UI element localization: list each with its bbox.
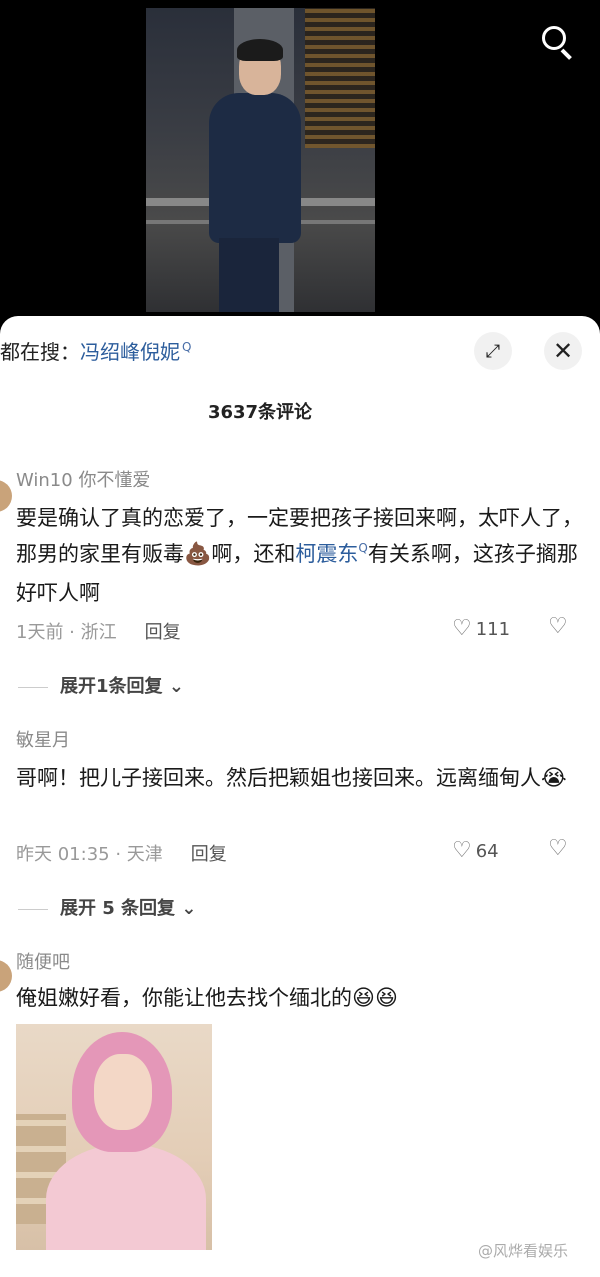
comment-username[interactable]: 随便吧 (16, 948, 70, 974)
poop-emoji-icon: 💩 (184, 542, 212, 567)
comment-meta: 1天前 · 浙江 回复 (16, 618, 181, 644)
comment-text: 哥啊！把儿子接回来。然后把颖姐也接回来。远离缅甸人😭 (16, 760, 586, 797)
comment-text: 俺姐嫩好看，你能让他去找个缅北的😆😆 (16, 980, 586, 1017)
search-mark-icon: Q (358, 541, 368, 555)
comment-username[interactable]: Win10 你不懂爱 (16, 466, 150, 492)
avatar[interactable] (0, 480, 12, 512)
comment-time-location: 1天前 · 浙江 (16, 622, 117, 643)
broken-heart-icon: ♡ (548, 614, 568, 639)
watermark: @风烨看娱乐 (478, 1242, 569, 1260)
close-icon: ✕ (552, 337, 574, 365)
like-button[interactable]: ♡ 111 (452, 616, 510, 641)
expand-replies-button[interactable]: 展开1条回复 ⌄ (18, 672, 184, 698)
video-frame[interactable] (146, 8, 375, 312)
expand-sheet-button[interactable]: ⤢ (474, 332, 512, 370)
comment-time-location: 昨天 01:35 · 天津 (16, 844, 163, 865)
dislike-button[interactable]: ♡ (548, 614, 568, 639)
divider-line (18, 908, 48, 910)
like-button[interactable]: ♡ 64 (452, 838, 499, 863)
laughing-emoji-icon: 😆 (374, 986, 398, 1011)
comment-search-link[interactable]: 柯震东 (295, 542, 358, 566)
person-hair (237, 39, 283, 61)
search-button[interactable] (538, 22, 576, 60)
divider-line (18, 686, 48, 688)
trending-search-bar[interactable]: 都在搜：冯绍峰倪妮 Q (0, 336, 191, 365)
comment-count: 3637条评论 (207, 402, 313, 423)
trending-search-term[interactable]: 冯绍峰倪妮 (80, 340, 180, 364)
person-body (209, 93, 301, 243)
video-person (191, 39, 301, 312)
trending-search-prefix: 都在搜： (0, 340, 80, 364)
like-count: 64 (475, 841, 499, 862)
comment-text: 要是确认了真的恋爱了，一定要把孩子接回来啊，太吓人了，那男的家里有贩毒💩啊，还和… (16, 506, 583, 605)
like-count: 111 (475, 619, 511, 640)
reply-button[interactable]: 回复 (145, 622, 181, 643)
background-building (305, 8, 375, 148)
heart-icon: ♡ (452, 616, 472, 641)
reply-button[interactable]: 回复 (191, 844, 227, 865)
chevron-down-icon: ⌄ (181, 898, 197, 919)
dislike-button[interactable]: ♡ (548, 836, 568, 861)
comments-sheet: 都在搜：冯绍峰倪妮 Q ⤢ ✕ 3637条评论 Win10 你不懂爱 要是确认了真… (0, 316, 600, 1277)
person-legs (219, 238, 279, 312)
comment-meta: 昨天 01:35 · 天津 回复 (16, 840, 227, 866)
comment-image[interactable] (16, 1024, 212, 1250)
heart-icon: ♡ (452, 838, 472, 863)
chevron-down-icon: ⌄ (168, 676, 184, 697)
trending-search-mark-icon: Q (182, 340, 192, 354)
close-sheet-button[interactable]: ✕ (544, 332, 582, 370)
broken-heart-icon: ♡ (548, 836, 568, 861)
video-player[interactable] (0, 0, 600, 330)
laughing-emoji-icon: 😆 (352, 986, 375, 1011)
expand-replies-button[interactable]: 展开 5 条回复 ⌄ (18, 894, 196, 920)
avatar[interactable] (0, 960, 12, 992)
comment-username[interactable]: 敏星月 (16, 726, 70, 752)
crying-emoji-icon: 😭 (541, 766, 567, 791)
expand-icon: ⤢ (485, 340, 501, 362)
